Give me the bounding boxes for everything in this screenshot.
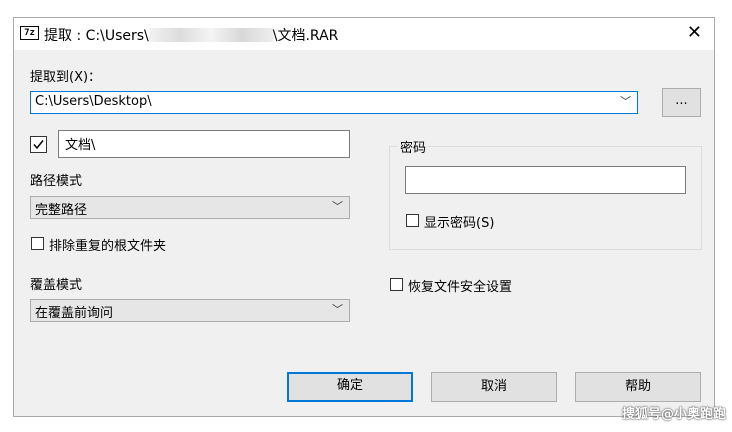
ok-button[interactable]: 确定	[287, 372, 413, 402]
title-prefix: 提取 : C:\Users\	[44, 28, 149, 44]
overwrite-mode-label: 覆盖模式	[30, 278, 83, 293]
extract-path-value: C:\Users\Desktop\	[35, 94, 152, 109]
watermark: 搜狐号@小奥跑跑	[621, 407, 726, 422]
subfolder-checkbox[interactable]	[30, 136, 47, 153]
chevron-down-icon[interactable]: ﹀	[332, 301, 343, 317]
subfolder-name-field[interactable]: 文档\	[58, 130, 350, 158]
browse-button[interactable]: ...	[662, 88, 701, 117]
restore-security-label[interactable]: 恢复文件安全设置	[408, 276, 512, 295]
7zip-app-icon: 7z	[20, 26, 39, 40]
cancel-button[interactable]: 取消	[431, 372, 557, 402]
chevron-down-icon[interactable]: ﹀	[620, 93, 631, 109]
password-group-label: 密码	[398, 137, 429, 156]
exclude-duplicate-root-checkbox[interactable]	[31, 237, 44, 250]
title-bar[interactable]: 7z 提取 : C:\Users\ \文档.RAR ✕	[14, 18, 714, 50]
overwrite-mode-value: 在覆盖前询问	[35, 306, 114, 321]
redacted-username	[148, 28, 273, 42]
window-title: 提取 : C:\Users\ \文档.RAR	[44, 25, 338, 45]
show-password-checkbox[interactable]	[406, 214, 419, 227]
path-mode-value: 完整路径	[35, 203, 88, 218]
title-suffix: \文档.RAR	[272, 28, 339, 44]
path-mode-select[interactable]: 完整路径 ﹀	[30, 196, 350, 219]
help-button[interactable]: 帮助	[575, 372, 701, 402]
password-input[interactable]	[405, 166, 686, 194]
extract-path-combo[interactable]: C:\Users\Desktop\ ﹀	[30, 91, 638, 114]
chevron-down-icon[interactable]: ﹀	[332, 198, 343, 214]
extract-dialog: 7z 提取 : C:\Users\ \文档.RAR ✕ 提取到(X)： C:\Us…	[13, 17, 715, 417]
restore-security-checkbox[interactable]	[390, 278, 403, 291]
password-group	[389, 146, 702, 250]
overwrite-mode-select[interactable]: 在覆盖前询问 ﹀	[30, 299, 350, 322]
extract-to-label: 提取到(X)：	[30, 70, 102, 85]
path-mode-label: 路径模式	[30, 174, 83, 189]
subfolder-name-value: 文档\	[65, 138, 96, 153]
show-password-label[interactable]: 显示密码(S)	[424, 212, 494, 231]
close-icon[interactable]: ✕	[687, 24, 702, 42]
checkmark-icon	[33, 140, 44, 150]
exclude-duplicate-root-label[interactable]: 排除重复的根文件夹	[49, 235, 166, 254]
